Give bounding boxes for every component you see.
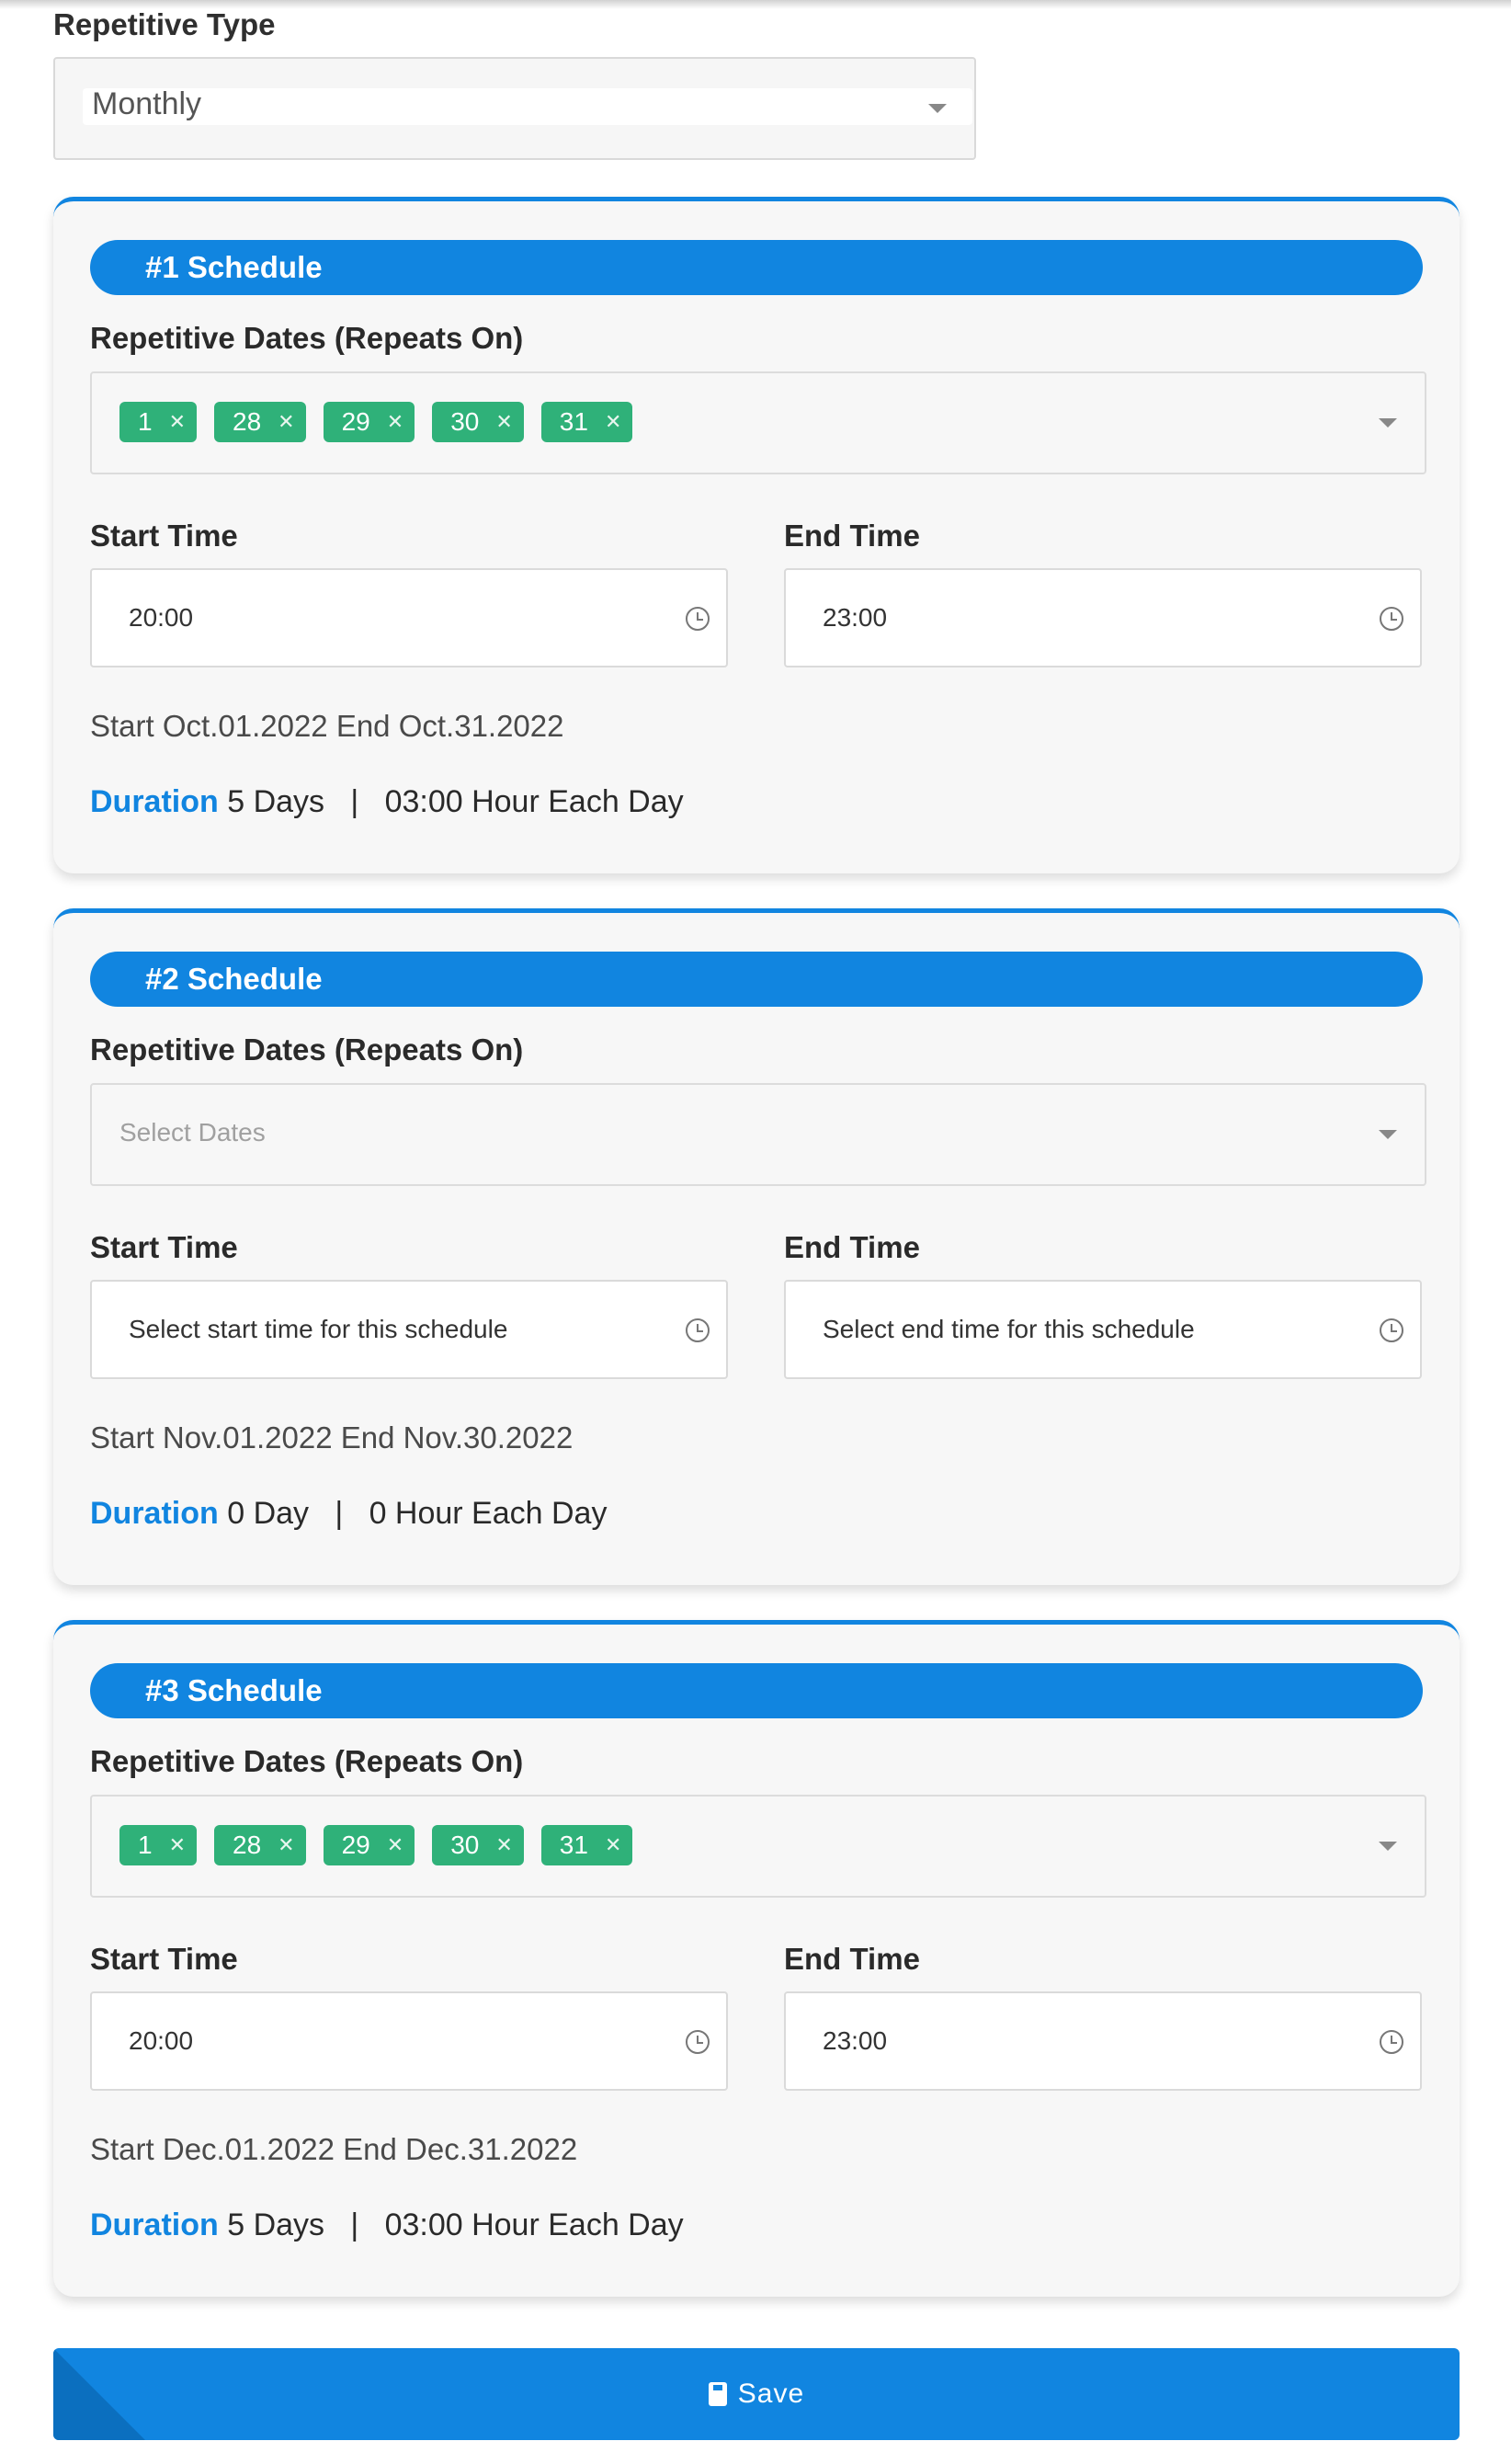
date-chip: 29 ✕ <box>323 1825 415 1865</box>
save-button-label: Save <box>737 2378 805 2409</box>
clock-icon <box>686 607 710 631</box>
clock-icon <box>686 1318 710 1342</box>
chip-remove-icon[interactable]: ✕ <box>278 1833 294 1857</box>
end-time-label: End Time <box>784 519 920 553</box>
start-time-input[interactable]: 20:00 <box>90 568 728 667</box>
duration-line: Duration 5 Days | 03:00 Hour Each Day <box>90 784 684 820</box>
duration-line: Duration 0 Day | 0 Hour Each Day <box>90 1496 607 1532</box>
chip-remove-icon[interactable]: ✕ <box>495 410 512 434</box>
repetitive-dates-select[interactable]: 1 ✕ 28 ✕ 29 ✕ 30 ✕ 31 ✕ <box>90 371 1426 474</box>
date-chip-value: 29 <box>341 407 370 436</box>
duration-days: 5 Days <box>218 784 325 819</box>
start-time-label: Start Time <box>90 519 238 553</box>
chevron-down-icon <box>1379 1130 1397 1139</box>
schedule-date-range: Start Dec.01.2022 End Dec.31.2022 <box>90 2132 578 2166</box>
repetitive-type-value: Monthly <box>92 86 202 121</box>
end-time-placeholder: Select end time for this schedule <box>823 1315 1195 1343</box>
date-chips: 1 ✕ 28 ✕ 29 ✕ 30 ✕ 31 ✕ <box>119 1825 633 1865</box>
start-time-value: 20:00 <box>129 2026 194 2055</box>
start-time-label: Start Time <box>90 1230 238 1264</box>
date-chip-value: 28 <box>233 1831 262 1859</box>
clock-icon <box>1380 2030 1403 2054</box>
duration-separator: | <box>324 784 385 819</box>
repetitive-type-select-inner <box>83 88 972 125</box>
duration-label: Duration <box>90 784 219 819</box>
chevron-down-icon <box>1379 418 1397 428</box>
start-time-input[interactable]: 20:00 <box>90 1991 728 2091</box>
chip-remove-icon[interactable]: ✕ <box>387 410 403 434</box>
date-chip-value: 30 <box>450 1831 480 1859</box>
chip-remove-icon[interactable]: ✕ <box>169 410 186 434</box>
end-time-value: 23:00 <box>823 603 888 632</box>
repetitive-dates-select[interactable]: 1 ✕ 28 ✕ 29 ✕ 30 ✕ 31 ✕ <box>90 1795 1426 1898</box>
end-time-label: End Time <box>784 1230 920 1264</box>
end-time-input[interactable]: 23:00 <box>784 1991 1422 2091</box>
chip-remove-icon[interactable]: ✕ <box>387 1833 403 1857</box>
schedule-title: #3 Schedule <box>90 1663 1423 1718</box>
repetitive-dates-select[interactable]: Select Dates <box>90 1083 1426 1186</box>
duration-hours: 03:00 Hour Each Day <box>384 2207 684 2242</box>
duration-hours: 03:00 Hour Each Day <box>384 784 684 819</box>
date-chip: 28 ✕ <box>214 402 306 442</box>
duration-label: Duration <box>90 2207 219 2242</box>
end-time-input[interactable]: 23:00 <box>784 568 1422 667</box>
save-icon <box>708 2382 727 2406</box>
clock-icon <box>1380 607 1403 631</box>
end-time-label: End Time <box>784 1942 920 1976</box>
date-chip: 28 ✕ <box>214 1825 306 1865</box>
date-chip: 1 ✕ <box>119 1825 198 1865</box>
schedule-date-range: Start Nov.01.2022 End Nov.30.2022 <box>90 1420 574 1454</box>
date-chip: 1 ✕ <box>119 402 198 442</box>
date-chip-value: 31 <box>559 1831 588 1859</box>
date-chip-value: 1 <box>138 407 153 436</box>
clock-icon <box>1380 1318 1403 1342</box>
schedule-card-3: #3 Schedule Repetitive Dates (Repeats On… <box>53 1620 1460 2297</box>
duration-hours: 0 Hour Each Day <box>369 1496 608 1531</box>
schedule-title: #1 Schedule <box>90 240 1423 295</box>
save-button[interactable]: Save <box>53 2348 1460 2440</box>
repetitive-type-select[interactable]: Monthly <box>53 57 976 160</box>
chip-remove-icon[interactable]: ✕ <box>169 1833 186 1857</box>
date-chip: 31 ✕ <box>540 402 633 442</box>
clock-icon <box>686 2030 710 2054</box>
chip-remove-icon[interactable]: ✕ <box>495 1833 512 1857</box>
date-chip: 29 ✕ <box>323 402 415 442</box>
start-time-input[interactable]: Select start time for this schedule <box>90 1280 728 1379</box>
end-time-value: 23:00 <box>823 2026 888 2055</box>
date-chip-value: 1 <box>138 1831 153 1859</box>
duration-days: 0 Day <box>218 1496 310 1531</box>
chevron-down-icon <box>1379 1842 1397 1851</box>
button-corner-decoration <box>53 2348 145 2440</box>
date-chip: 30 ✕ <box>432 1825 524 1865</box>
schedule-card-2: #2 Schedule Repetitive Dates (Repeats On… <box>53 908 1460 1585</box>
date-chip: 31 ✕ <box>540 1825 633 1865</box>
schedule-card-1: #1 Schedule Repetitive Dates (Repeats On… <box>53 197 1460 873</box>
duration-days: 5 Days <box>218 2207 325 2242</box>
date-chip: 30 ✕ <box>432 402 524 442</box>
schedule-title: #2 Schedule <box>90 952 1423 1007</box>
chip-remove-icon[interactable]: ✕ <box>278 410 294 434</box>
date-chip-value: 28 <box>233 407 262 436</box>
chevron-down-icon <box>928 104 947 113</box>
duration-label: Duration <box>90 1496 219 1531</box>
duration-separator: | <box>324 2207 385 2242</box>
date-chip-value: 31 <box>559 407 588 436</box>
repetitive-dates-label: Repetitive Dates (Repeats On) <box>90 1744 524 1778</box>
repetitive-type-label: Repetitive Type <box>53 7 276 41</box>
chip-remove-icon[interactable]: ✕ <box>605 1833 621 1857</box>
start-time-placeholder: Select start time for this schedule <box>129 1315 508 1343</box>
schedule-date-range: Start Oct.01.2022 End Oct.31.2022 <box>90 709 564 743</box>
repetitive-dates-label: Repetitive Dates (Repeats On) <box>90 321 524 355</box>
duration-separator: | <box>309 1496 369 1531</box>
date-chip-value: 30 <box>450 407 480 436</box>
chip-remove-icon[interactable]: ✕ <box>605 410 621 434</box>
date-chips: 1 ✕ 28 ✕ 29 ✕ 30 ✕ 31 ✕ <box>119 402 633 442</box>
start-time-label: Start Time <box>90 1942 238 1976</box>
duration-line: Duration 5 Days | 03:00 Hour Each Day <box>90 2207 684 2243</box>
dates-placeholder: Select Dates <box>119 1118 266 1146</box>
repetitive-dates-label: Repetitive Dates (Repeats On) <box>90 1032 524 1067</box>
date-chip-value: 29 <box>341 1831 370 1859</box>
end-time-input[interactable]: Select end time for this schedule <box>784 1280 1422 1379</box>
start-time-value: 20:00 <box>129 603 194 632</box>
